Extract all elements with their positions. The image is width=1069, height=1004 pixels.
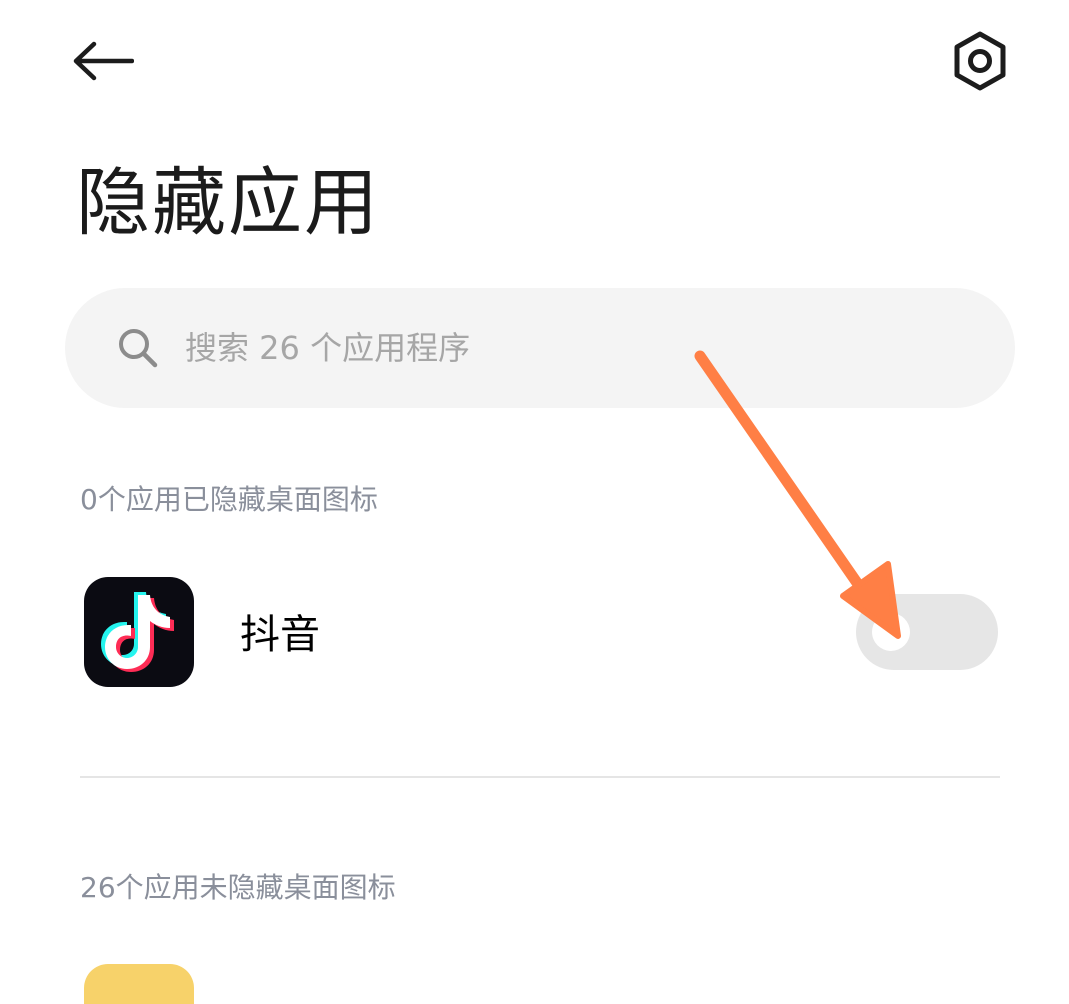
douyin-icon <box>84 577 194 687</box>
page-title: 隐藏应用 <box>76 160 380 246</box>
hide-toggle-douyin[interactable] <box>856 594 998 670</box>
app-name: 抖音 <box>240 612 320 658</box>
hexagon-gear-icon <box>954 31 1006 91</box>
app-icon <box>84 964 194 1004</box>
divider <box>80 776 1000 778</box>
search-bar[interactable] <box>65 288 1015 408</box>
back-button[interactable] <box>72 30 148 92</box>
search-icon <box>115 325 161 371</box>
toggle-knob <box>872 613 910 651</box>
app-row-douyin: 抖音 <box>0 560 1069 710</box>
visible-apps-section-header: 26个应用未隐藏桌面图标 <box>80 871 396 904</box>
search-input[interactable] <box>185 318 945 378</box>
arrow-left-icon <box>73 41 134 81</box>
hidden-apps-section-header: 0个应用已隐藏桌面图标 <box>80 483 378 516</box>
settings-button[interactable] <box>944 28 1016 94</box>
